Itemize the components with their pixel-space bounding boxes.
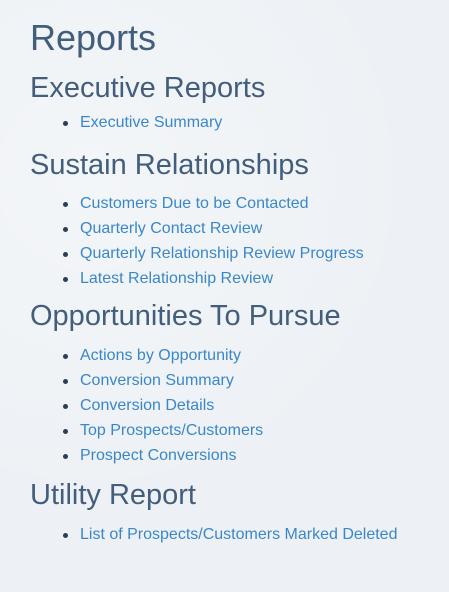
link-quarterly-relationship-review-progress[interactable]: Quarterly Relationship Review Progress xyxy=(80,245,364,262)
list-item: Conversion Summary xyxy=(63,368,449,393)
link-top-prospects-customers[interactable]: Top Prospects/Customers xyxy=(80,422,263,439)
page-title: Reports xyxy=(30,17,157,58)
list-item: Prospect Conversions xyxy=(63,443,449,468)
link-conversion-details[interactable]: Conversion Details xyxy=(80,397,214,414)
list-item: Conversion Details xyxy=(63,393,449,418)
link-prospect-conversions[interactable]: Prospect Conversions xyxy=(80,447,237,464)
list-item: Customers Due to be Contacted xyxy=(63,191,449,216)
link-executive-summary[interactable]: Executive Summary xyxy=(80,114,222,131)
sustain-relationships-list: Customers Due to be Contacted Quarterly … xyxy=(30,191,449,291)
utility-report-list: List of Prospects/Customers Marked Delet… xyxy=(30,522,449,547)
section-title-opportunities-to-pursue: Opportunities To Pursue xyxy=(30,300,341,332)
section-title-executive-reports: Executive Reports xyxy=(30,72,266,104)
list-item: Actions by Opportunity xyxy=(63,343,449,368)
section-title-sustain-relationships: Sustain Relationships xyxy=(30,149,309,181)
section-title-utility-report: Utility Report xyxy=(30,479,196,511)
list-item: Executive Summary xyxy=(63,110,449,135)
list-item: List of Prospects/Customers Marked Delet… xyxy=(63,522,449,547)
list-item: Quarterly Contact Review xyxy=(63,216,449,241)
reports-page: Reports Executive Reports Executive Summ… xyxy=(0,0,449,592)
opportunities-to-pursue-list: Actions by Opportunity Conversion Summar… xyxy=(30,343,449,468)
list-item: Latest Relationship Review xyxy=(63,266,449,291)
link-actions-by-opportunity[interactable]: Actions by Opportunity xyxy=(80,347,241,364)
executive-reports-list: Executive Summary xyxy=(30,110,449,135)
link-latest-relationship-review[interactable]: Latest Relationship Review xyxy=(80,270,273,287)
list-item: Top Prospects/Customers xyxy=(63,418,449,443)
list-item: Quarterly Relationship Review Progress xyxy=(63,241,449,266)
link-conversion-summary[interactable]: Conversion Summary xyxy=(80,372,234,389)
link-quarterly-contact-review[interactable]: Quarterly Contact Review xyxy=(80,220,262,237)
link-list-of-prospects-customers-marked-deleted[interactable]: List of Prospects/Customers Marked Delet… xyxy=(80,526,397,543)
link-customers-due-to-be-contacted[interactable]: Customers Due to be Contacted xyxy=(80,195,309,212)
